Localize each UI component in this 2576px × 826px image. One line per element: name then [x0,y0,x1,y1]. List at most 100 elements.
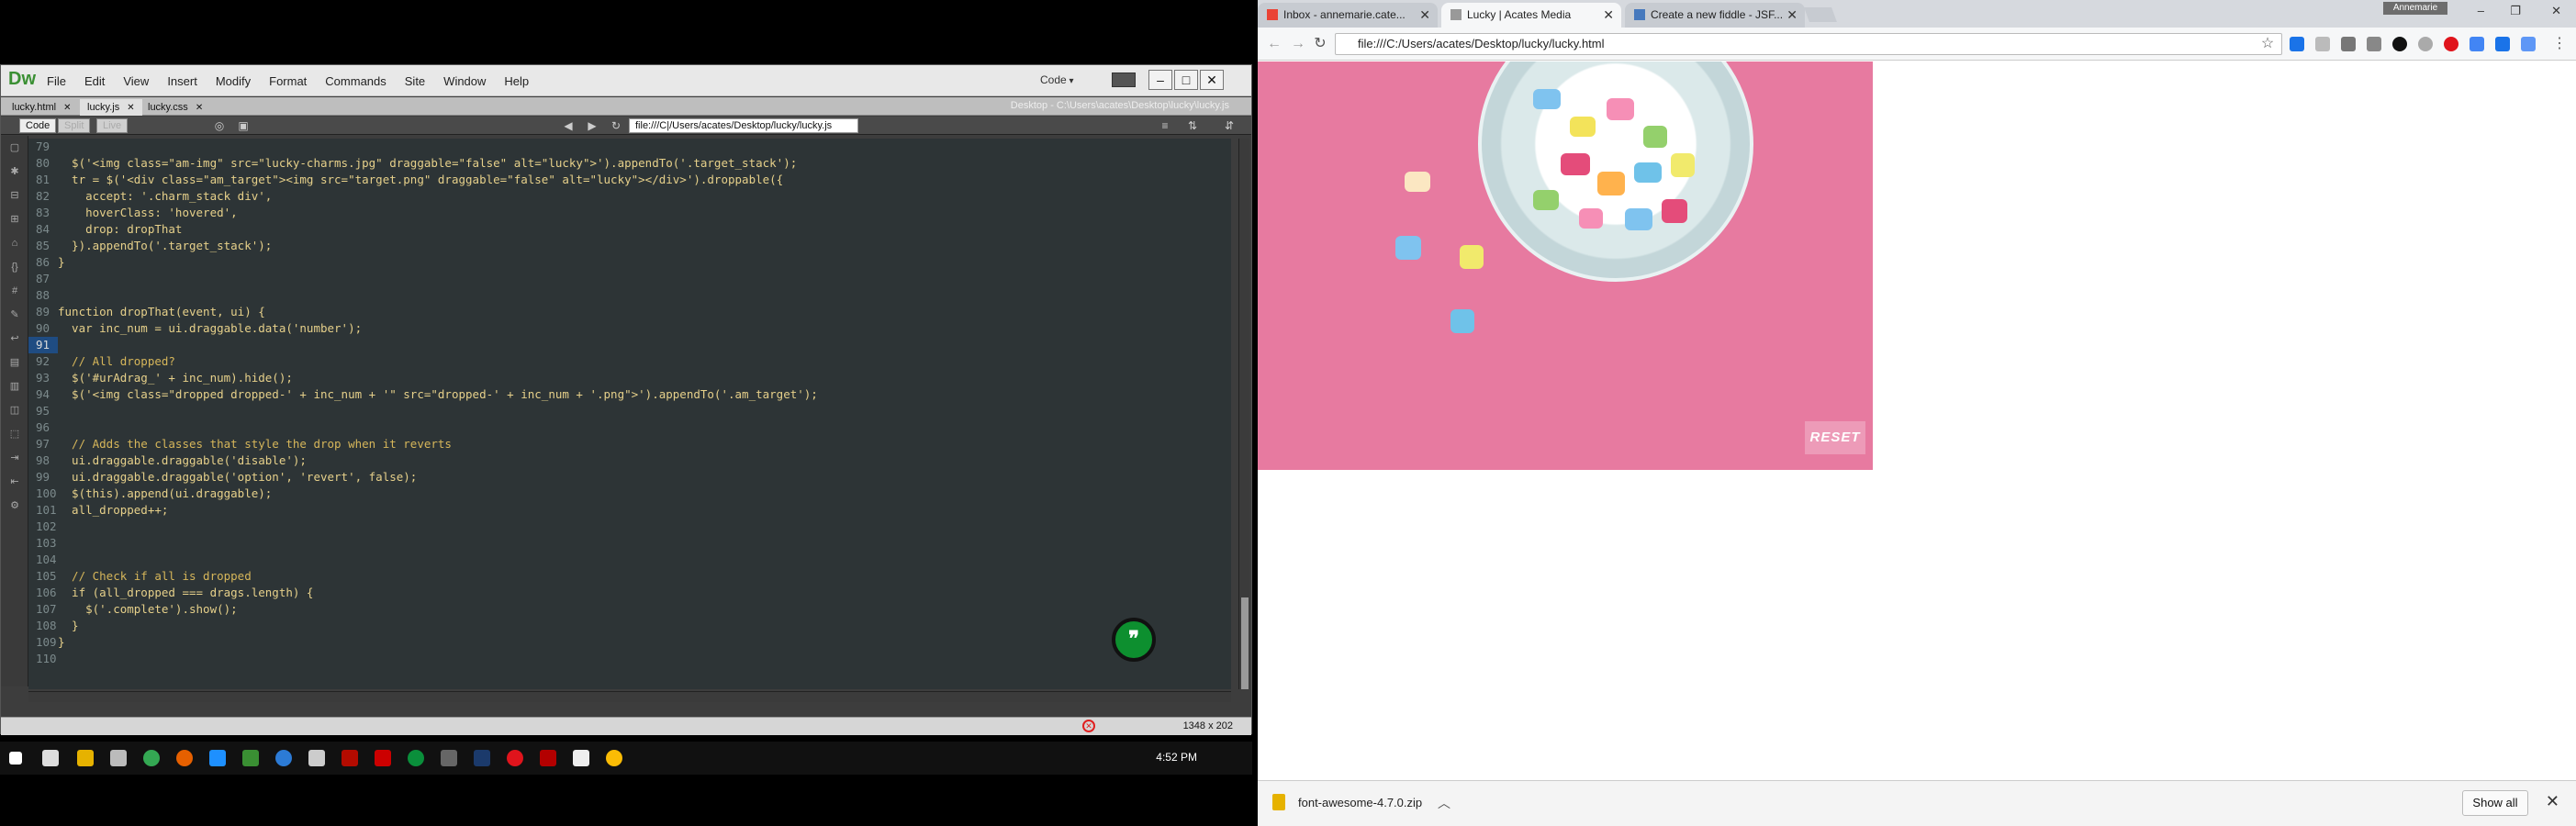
dreamweaver-task-icon[interactable] [242,750,259,766]
tab-gmail[interactable]: Inbox - annemarie.cate... ✕ [1258,3,1438,28]
hangouts-icon[interactable]: ❞ [1112,618,1156,662]
extension-icon[interactable] [2470,37,2484,51]
code-line[interactable]: 95 [28,403,1231,419]
back-icon[interactable]: ◀ [561,118,576,133]
extension-icon[interactable] [2315,37,2330,51]
code-line[interactable]: 82 accept: '.charm_stack div', [28,188,1231,205]
window-size[interactable]: 1348 x 202 [1183,720,1233,731]
code-line[interactable]: 99 ui.draggable.draggable('option', 'rev… [28,469,1231,486]
uncomment-icon[interactable]: ▥ [8,380,21,393]
code-line[interactable]: 100 $(this).append(ui.draggable); [28,486,1231,502]
code-line[interactable]: 88 [28,287,1231,304]
live-view-button[interactable]: Live [96,118,129,133]
menu-icon[interactable]: ⋮ [2550,35,2569,53]
profile-button[interactable]: Annemarie [2383,2,2447,15]
photos-icon[interactable] [573,750,589,766]
outdent-icon[interactable]: ⇤ [8,475,21,488]
menu-item[interactable]: Insert [167,74,197,88]
bookmark-star-icon[interactable]: ☆ [2258,35,2277,53]
code-line[interactable]: 84 drop: dropThat [28,221,1231,238]
forward-icon[interactable]: ▶ [585,118,599,133]
code-line[interactable]: 108 } [28,618,1231,634]
code-line[interactable]: 101 all_dropped++; [28,502,1231,519]
close-tab-icon[interactable]: ✕ [1419,7,1430,23]
address-bar[interactable]: file:///C:/Users/acates/Desktop/lucky/lu… [1335,33,2282,55]
code-line[interactable]: 104 [28,552,1231,568]
code-line[interactable]: 79 [28,139,1231,155]
code-line[interactable]: 103 [28,535,1231,552]
maximize-button[interactable]: □ [1174,70,1198,90]
error-icon[interactable]: ✕ [1082,720,1095,732]
split-view-button[interactable]: Split [58,118,91,133]
menu-item[interactable]: File [47,74,66,88]
code-line[interactable]: 80 $('<img class="am-img" src="lucky-cha… [28,155,1231,172]
open-documents-icon[interactable]: ▢ [8,141,21,154]
reload-icon[interactable]: ↻ [1311,35,1329,53]
code-line[interactable]: 83 hoverClass: 'hovered', [28,205,1231,221]
menu-item[interactable]: Window [443,74,486,88]
menu-item[interactable]: Commands [325,74,386,88]
opera-icon[interactable] [2444,37,2458,51]
code-line[interactable]: 106 if (all_dropped === drags.length) { [28,585,1231,601]
code-line[interactable]: 109} [28,634,1231,651]
extension-icon[interactable] [2495,37,2510,51]
acrobat-icon[interactable] [342,750,358,766]
reset-button[interactable]: RESET [1805,421,1865,454]
format-icon[interactable]: ≡ [1158,118,1172,133]
scroll-thumb[interactable] [1241,597,1249,689]
extension-icon[interactable] [2418,37,2433,51]
refresh-icon[interactable]: ↻ [609,118,623,133]
task-view-icon[interactable] [42,750,59,766]
tab-lucky-html[interactable]: lucky.html ✕ [5,99,78,116]
address-field[interactable]: file:///C|/Users/acates/Desktop/lucky/lu… [629,118,858,133]
menu-item[interactable]: Help [504,74,529,88]
code-line[interactable]: 94 $('<img class="dropped dropped-' + in… [28,386,1231,403]
close-icon[interactable]: ✕ [2551,4,2561,18]
close-tab-icon[interactable]: ✕ [1786,7,1798,23]
code-line[interactable]: 105 // Check if all is dropped [28,568,1231,585]
code-line[interactable]: 110 [28,651,1231,667]
extension-icon[interactable] [2392,37,2407,51]
store-icon[interactable] [110,750,127,766]
back-icon[interactable]: ← [1265,35,1283,53]
code-line[interactable]: 89 function dropThat(event, ui) { [28,304,1231,320]
code-editor[interactable]: 79 80 $('<img class="am-img" src="lucky-c… [28,139,1231,689]
vertical-scrollbar[interactable] [1238,139,1249,689]
clock[interactable]: 4:52 PM [1156,751,1197,764]
highlight-icon[interactable]: ✎ [8,308,21,321]
wrap-icon[interactable]: ↩ [8,332,21,345]
edge-icon[interactable] [209,750,226,766]
move-css-icon[interactable]: ⬚ [8,428,21,441]
tab-lucky-css[interactable]: lucky.css ✕ [140,99,210,116]
code-line[interactable]: 81 tr = $('<div class="am_target"><img s… [28,172,1231,188]
photoshop-icon[interactable] [474,750,490,766]
forward-icon[interactable]: → [1289,35,1307,53]
code-view-button[interactable]: Code [19,118,57,133]
code-line[interactable]: 96 [28,419,1231,436]
new-tab-button[interactable] [1804,7,1837,22]
code-line[interactable]: 86} [28,254,1231,271]
close-icon[interactable]: ✕ [2546,792,2559,811]
comment-icon[interactable]: ▤ [8,356,21,369]
download-file-name[interactable]: font-awesome-4.7.0.zip [1298,796,1422,809]
chrome-icon[interactable] [143,750,160,766]
filezilla-icon[interactable] [540,750,556,766]
menu-item[interactable]: Format [269,74,307,88]
menu-item[interactable]: View [123,74,149,88]
tab-lucky[interactable]: Lucky | Acates Media ✕ [1441,3,1621,28]
minimize-button[interactable]: – [1148,70,1172,90]
file-explorer-icon[interactable] [77,750,94,766]
close-icon[interactable]: ✕ [196,103,203,113]
asterisk-icon[interactable]: ✱ [8,165,21,178]
snippet-icon[interactable]: ◫ [8,404,21,417]
notes-icon[interactable] [308,750,325,766]
close-icon[interactable]: ✕ [127,103,134,113]
code-line[interactable]: 97 // Adds the classes that style the dr… [28,436,1231,452]
code-line[interactable]: 91 [28,337,1231,353]
menu-item[interactable]: Edit [84,74,105,88]
restore-icon[interactable]: ❐ [2510,4,2521,18]
hangouts-task-icon[interactable] [408,750,424,766]
app-icon[interactable] [275,750,292,766]
expand-icon[interactable]: ⊞ [8,213,21,226]
tab-lucky-js[interactable]: lucky.js ✕ [80,99,142,116]
